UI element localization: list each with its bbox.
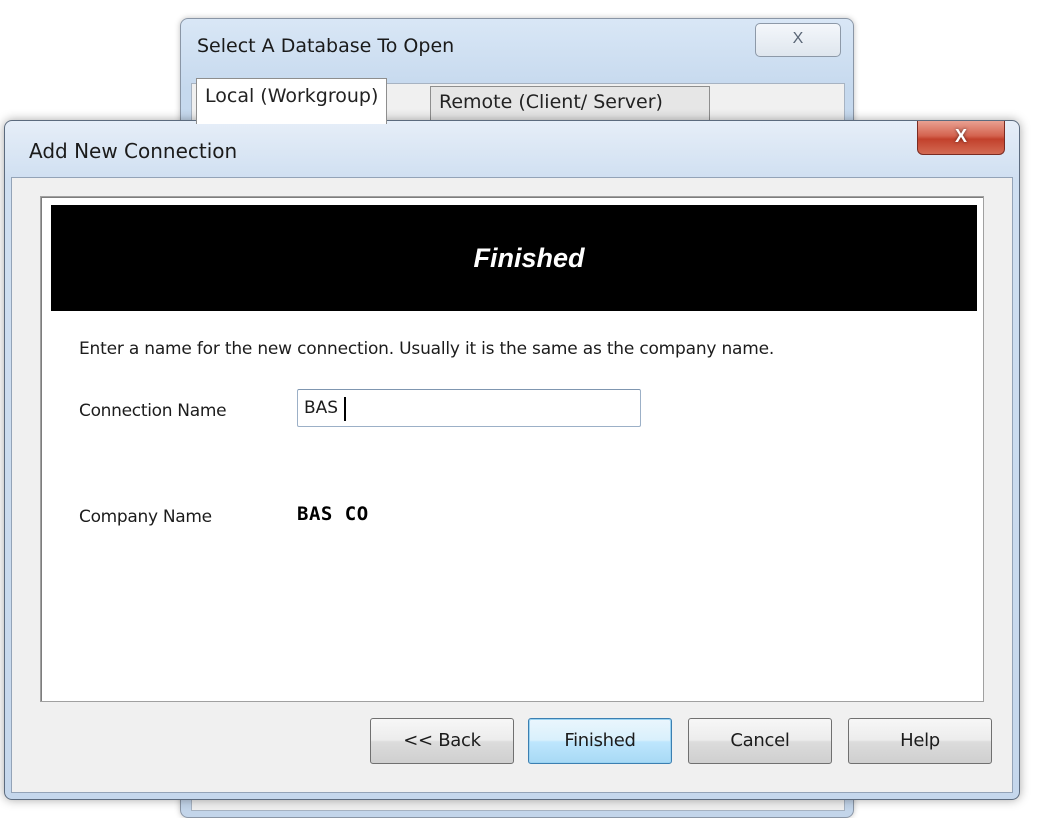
- company-name-label: Company Name: [79, 507, 212, 527]
- tab-remote-client-server-label: Remote (Client/ Server): [439, 91, 663, 113]
- company-name-value: BAS CO: [297, 503, 369, 525]
- finished-button[interactable]: Finished: [528, 718, 672, 764]
- connection-name-input[interactable]: [297, 389, 641, 427]
- text-caret: [344, 397, 346, 421]
- dialog-title: Add New Connection: [29, 139, 238, 163]
- background-dialog-title: Select A Database To Open: [197, 35, 455, 57]
- tab-local-workgroup[interactable]: Local (Workgroup): [196, 78, 388, 124]
- dialog-close-button[interactable]: X: [917, 121, 1005, 155]
- tab-local-workgroup-label: Local (Workgroup): [205, 85, 379, 107]
- connection-name-label: Connection Name: [79, 401, 227, 421]
- wizard-content-panel: Finished Enter a name for the new connec…: [40, 196, 984, 702]
- wizard-header-banner: Finished: [51, 205, 977, 311]
- cancel-button[interactable]: Cancel: [688, 718, 832, 764]
- dialog-client-area: Finished Enter a name for the new connec…: [11, 177, 1013, 793]
- close-icon: X: [954, 126, 967, 146]
- instruction-text: Enter a name for the new connection. Usu…: [79, 339, 775, 359]
- help-button[interactable]: Help: [848, 718, 992, 764]
- add-new-connection-dialog: Add New Connection X Finished Enter a na…: [4, 120, 1020, 800]
- background-close-button[interactable]: X: [755, 23, 841, 57]
- banner-title: Finished: [473, 242, 585, 273]
- back-button[interactable]: << Back: [370, 718, 514, 764]
- close-icon: X: [792, 30, 804, 47]
